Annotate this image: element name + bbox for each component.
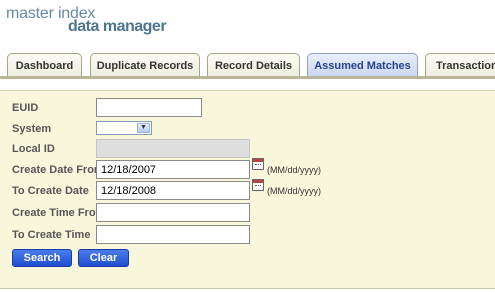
create-time-from-input[interactable] (96, 203, 250, 222)
logo-line-2: data manager (68, 18, 167, 35)
to-create-date-format-hint: (MM/dd/yyyy) (267, 186, 321, 196)
tab-duplicate-records[interactable]: Duplicate Records (90, 53, 200, 77)
search-button[interactable]: Search (12, 249, 72, 267)
create-time-from-label: Create Time From (12, 207, 106, 219)
to-create-date-input[interactable] (96, 181, 250, 200)
to-create-time-input[interactable] (96, 225, 250, 244)
app-logo: master index data manager (6, 6, 167, 35)
local-id-label: Local ID (12, 143, 55, 155)
tab-underline (0, 76, 495, 79)
local-id-input (96, 139, 250, 158)
calendar-icon[interactable] (252, 158, 264, 170)
chevron-down-icon[interactable]: ▼ (137, 123, 150, 133)
to-create-time-label: To Create Time (12, 229, 91, 241)
calendar-icon[interactable] (252, 179, 264, 191)
system-label: System (12, 123, 52, 135)
create-date-from-input[interactable] (96, 160, 250, 179)
euid-label: EUID (12, 102, 39, 114)
euid-input[interactable] (96, 98, 202, 117)
tab-bar: Dashboard Duplicate Records Record Detai… (0, 50, 495, 78)
bottom-divider (0, 288, 495, 289)
tab-transactions[interactable]: Transactions (425, 53, 495, 77)
clear-button[interactable]: Clear (78, 249, 129, 267)
tab-assumed-matches[interactable]: Assumed Matches (307, 53, 418, 77)
system-select[interactable]: ▼ (96, 121, 152, 135)
tab-dashboard[interactable]: Dashboard (7, 53, 82, 77)
tab-record-details[interactable]: Record Details (207, 53, 300, 77)
to-create-date-label: To Create Date (12, 185, 89, 197)
create-date-from-label: Create Date From (12, 164, 104, 176)
create-date-from-format-hint: (MM/dd/yyyy) (267, 165, 321, 175)
